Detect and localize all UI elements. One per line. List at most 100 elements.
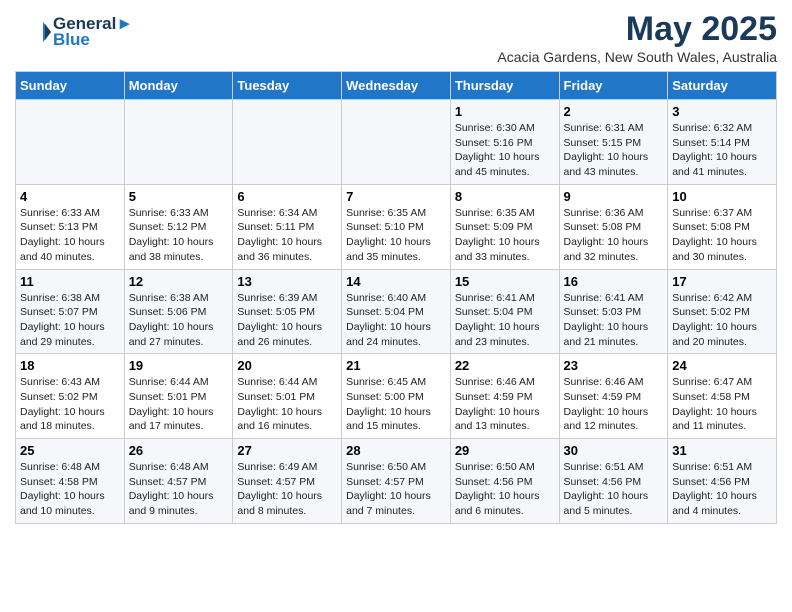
day-number: 12	[129, 274, 229, 289]
week-row-3: 11 Sunrise: 6:38 AM Sunset: 5:07 PM Dayli…	[16, 269, 777, 354]
day-number: 24	[672, 358, 772, 373]
day-info: Sunrise: 6:32 AM Sunset: 5:14 PM Dayligh…	[672, 121, 772, 180]
week-row-1: 1 Sunrise: 6:30 AM Sunset: 5:16 PM Daylig…	[16, 100, 777, 185]
dow-header-monday: Monday	[124, 72, 233, 100]
calendar-cell	[342, 100, 451, 185]
day-info: Sunrise: 6:41 AM Sunset: 5:04 PM Dayligh…	[455, 291, 555, 350]
day-info: Sunrise: 6:44 AM Sunset: 5:01 PM Dayligh…	[129, 375, 229, 434]
day-number: 8	[455, 189, 555, 204]
week-row-5: 25 Sunrise: 6:48 AM Sunset: 4:58 PM Dayli…	[16, 439, 777, 524]
day-number: 4	[20, 189, 120, 204]
day-number: 10	[672, 189, 772, 204]
calendar-cell: 24 Sunrise: 6:47 AM Sunset: 4:58 PM Dayli…	[668, 354, 777, 439]
day-number: 25	[20, 443, 120, 458]
calendar-cell: 7 Sunrise: 6:35 AM Sunset: 5:10 PM Daylig…	[342, 184, 451, 269]
calendar-cell	[124, 100, 233, 185]
day-number: 29	[455, 443, 555, 458]
day-info: Sunrise: 6:43 AM Sunset: 5:02 PM Dayligh…	[20, 375, 120, 434]
day-number: 27	[237, 443, 337, 458]
calendar-cell: 30 Sunrise: 6:51 AM Sunset: 4:56 PM Dayli…	[559, 439, 668, 524]
day-info: Sunrise: 6:51 AM Sunset: 4:56 PM Dayligh…	[564, 460, 664, 519]
day-number: 22	[455, 358, 555, 373]
day-number: 23	[564, 358, 664, 373]
day-info: Sunrise: 6:51 AM Sunset: 4:56 PM Dayligh…	[672, 460, 772, 519]
day-number: 7	[346, 189, 446, 204]
day-info: Sunrise: 6:33 AM Sunset: 5:12 PM Dayligh…	[129, 206, 229, 265]
calendar-cell: 12 Sunrise: 6:38 AM Sunset: 5:06 PM Dayli…	[124, 269, 233, 354]
day-info: Sunrise: 6:46 AM Sunset: 4:59 PM Dayligh…	[564, 375, 664, 434]
day-number: 31	[672, 443, 772, 458]
calendar-cell: 15 Sunrise: 6:41 AM Sunset: 5:04 PM Dayli…	[450, 269, 559, 354]
day-number: 5	[129, 189, 229, 204]
calendar-cell	[16, 100, 125, 185]
day-number: 14	[346, 274, 446, 289]
calendar-table: SundayMondayTuesdayWednesdayThursdayFrid…	[15, 71, 777, 524]
calendar-cell: 18Sunrise: 6:43 AM Sunset: 5:02 PM Dayli…	[16, 354, 125, 439]
day-info: Sunrise: 6:41 AM Sunset: 5:03 PM Dayligh…	[564, 291, 664, 350]
calendar-cell: 13Sunrise: 6:39 AM Sunset: 5:05 PM Dayli…	[233, 269, 342, 354]
calendar-cell: 27 Sunrise: 6:49 AM Sunset: 4:57 PM Dayli…	[233, 439, 342, 524]
calendar-cell: 21 Sunrise: 6:45 AM Sunset: 5:00 PM Dayli…	[342, 354, 451, 439]
logo-text-block: General► Blue	[53, 15, 133, 49]
day-info: Sunrise: 6:48 AM Sunset: 4:58 PM Dayligh…	[20, 460, 120, 519]
day-number: 30	[564, 443, 664, 458]
calendar-cell: 4 Sunrise: 6:33 AM Sunset: 5:13 PM Daylig…	[16, 184, 125, 269]
day-info: Sunrise: 6:33 AM Sunset: 5:13 PM Dayligh…	[20, 206, 120, 265]
day-number: 17	[672, 274, 772, 289]
calendar-cell: 16Sunrise: 6:41 AM Sunset: 5:03 PM Dayli…	[559, 269, 668, 354]
day-info: Sunrise: 6:38 AM Sunset: 5:06 PM Dayligh…	[129, 291, 229, 350]
day-number: 1	[455, 104, 555, 119]
day-info: Sunrise: 6:45 AM Sunset: 5:00 PM Dayligh…	[346, 375, 446, 434]
subtitle: Acacia Gardens, New South Wales, Austral…	[497, 49, 777, 65]
day-number: 11	[20, 274, 120, 289]
week-row-2: 4 Sunrise: 6:33 AM Sunset: 5:13 PM Daylig…	[16, 184, 777, 269]
logo: General► Blue	[15, 14, 133, 50]
day-info: Sunrise: 6:38 AM Sunset: 5:07 PM Dayligh…	[20, 291, 120, 350]
calendar-cell: 29 Sunrise: 6:50 AM Sunset: 4:56 PM Dayli…	[450, 439, 559, 524]
dow-header-friday: Friday	[559, 72, 668, 100]
week-row-4: 18Sunrise: 6:43 AM Sunset: 5:02 PM Dayli…	[16, 354, 777, 439]
day-info: Sunrise: 6:42 AM Sunset: 5:02 PM Dayligh…	[672, 291, 772, 350]
logo-icon	[15, 14, 51, 50]
calendar-cell: 25 Sunrise: 6:48 AM Sunset: 4:58 PM Dayli…	[16, 439, 125, 524]
calendar-cell: 22 Sunrise: 6:46 AM Sunset: 4:59 PM Dayli…	[450, 354, 559, 439]
calendar-cell: 10Sunrise: 6:37 AM Sunset: 5:08 PM Dayli…	[668, 184, 777, 269]
calendar-cell: 28Sunrise: 6:50 AM Sunset: 4:57 PM Dayli…	[342, 439, 451, 524]
title-section: May 2025 Acacia Gardens, New South Wales…	[497, 10, 777, 65]
day-number: 15	[455, 274, 555, 289]
dow-header-sunday: Sunday	[16, 72, 125, 100]
calendar-cell: 31 Sunrise: 6:51 AM Sunset: 4:56 PM Dayli…	[668, 439, 777, 524]
day-info: Sunrise: 6:34 AM Sunset: 5:11 PM Dayligh…	[237, 206, 337, 265]
day-number: 20	[237, 358, 337, 373]
calendar-cell: 23 Sunrise: 6:46 AM Sunset: 4:59 PM Dayli…	[559, 354, 668, 439]
calendar-cell: 8Sunrise: 6:35 AM Sunset: 5:09 PM Daylig…	[450, 184, 559, 269]
dow-header-thursday: Thursday	[450, 72, 559, 100]
day-number: 26	[129, 443, 229, 458]
day-number: 19	[129, 358, 229, 373]
day-info: Sunrise: 6:30 AM Sunset: 5:16 PM Dayligh…	[455, 121, 555, 180]
dow-header-tuesday: Tuesday	[233, 72, 342, 100]
day-info: Sunrise: 6:35 AM Sunset: 5:10 PM Dayligh…	[346, 206, 446, 265]
calendar-cell: 5 Sunrise: 6:33 AM Sunset: 5:12 PM Daylig…	[124, 184, 233, 269]
day-number: 2	[564, 104, 664, 119]
day-info: Sunrise: 6:50 AM Sunset: 4:57 PM Dayligh…	[346, 460, 446, 519]
calendar-cell: 19 Sunrise: 6:44 AM Sunset: 5:01 PM Dayli…	[124, 354, 233, 439]
day-info: Sunrise: 6:47 AM Sunset: 4:58 PM Dayligh…	[672, 375, 772, 434]
day-number: 3	[672, 104, 772, 119]
day-info: Sunrise: 6:49 AM Sunset: 4:57 PM Dayligh…	[237, 460, 337, 519]
calendar-cell: 11 Sunrise: 6:38 AM Sunset: 5:07 PM Dayli…	[16, 269, 125, 354]
calendar-cell: 17 Sunrise: 6:42 AM Sunset: 5:02 PM Dayli…	[668, 269, 777, 354]
calendar-cell: 1 Sunrise: 6:30 AM Sunset: 5:16 PM Daylig…	[450, 100, 559, 185]
day-number: 21	[346, 358, 446, 373]
calendar-cell: 3 Sunrise: 6:32 AM Sunset: 5:14 PM Daylig…	[668, 100, 777, 185]
calendar-cell: 14Sunrise: 6:40 AM Sunset: 5:04 PM Dayli…	[342, 269, 451, 354]
calendar-cell	[233, 100, 342, 185]
calendar-cell: 2 Sunrise: 6:31 AM Sunset: 5:15 PM Daylig…	[559, 100, 668, 185]
day-info: Sunrise: 6:46 AM Sunset: 4:59 PM Dayligh…	[455, 375, 555, 434]
day-info: Sunrise: 6:50 AM Sunset: 4:56 PM Dayligh…	[455, 460, 555, 519]
dow-header-saturday: Saturday	[668, 72, 777, 100]
day-info: Sunrise: 6:39 AM Sunset: 5:05 PM Dayligh…	[237, 291, 337, 350]
day-info: Sunrise: 6:31 AM Sunset: 5:15 PM Dayligh…	[564, 121, 664, 180]
day-number: 9	[564, 189, 664, 204]
calendar-cell: 20Sunrise: 6:44 AM Sunset: 5:01 PM Dayli…	[233, 354, 342, 439]
